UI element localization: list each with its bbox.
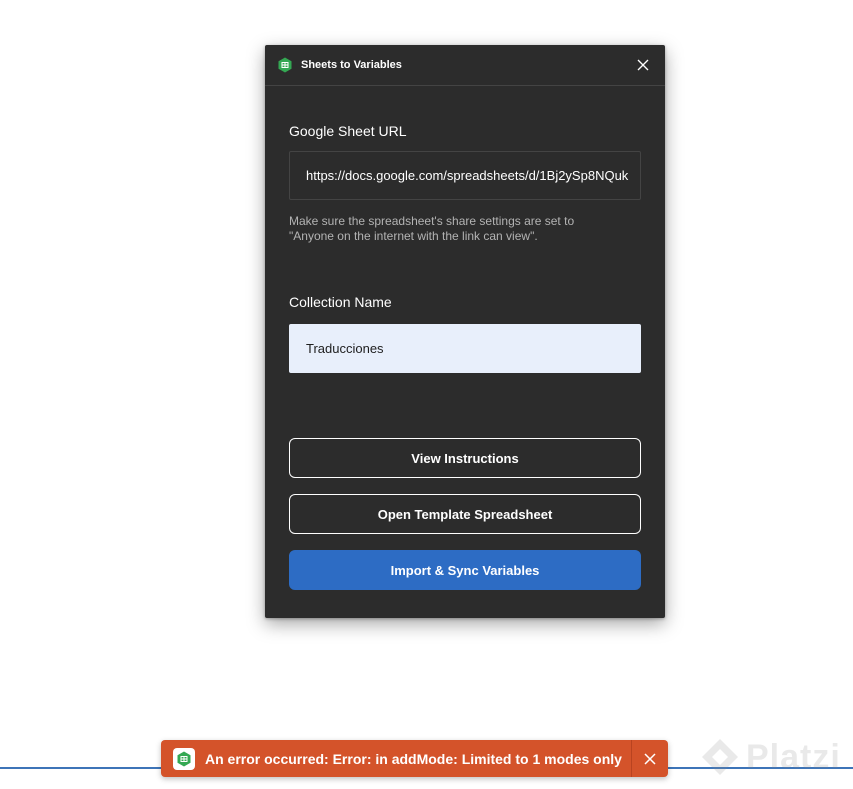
plugin-content: Google Sheet URL https://docs.google.com… xyxy=(265,123,665,590)
collection-name-input[interactable]: Traducciones xyxy=(289,324,641,373)
open-template-button[interactable]: Open Template Spreadsheet xyxy=(289,494,641,534)
view-instructions-button[interactable]: View Instructions xyxy=(289,438,641,478)
plugin-window: Sheets to Variables Google Sheet URL htt… xyxy=(265,45,665,618)
import-sync-button[interactable]: Import & Sync Variables xyxy=(289,550,641,590)
url-label: Google Sheet URL xyxy=(289,123,407,139)
toast-close-button[interactable] xyxy=(632,740,668,777)
url-input[interactable]: https://docs.google.com/spreadsheets/d/1… xyxy=(289,151,641,200)
sheets-icon xyxy=(173,747,195,770)
sheets-icon xyxy=(277,57,293,73)
watermark-text: Platzi xyxy=(746,737,841,776)
plugin-title: Sheets to Variables xyxy=(301,59,402,71)
hint-line-2: "Anyone on the internet with the link ca… xyxy=(289,229,538,243)
close-icon xyxy=(644,752,656,765)
error-message: An error occurred: Error: in addMode: Li… xyxy=(205,750,622,767)
collection-label: Collection Name xyxy=(289,294,392,310)
share-settings-hint: Make sure the spreadsheet's share settin… xyxy=(289,214,641,244)
error-toast: An error occurred: Error: in addMode: Li… xyxy=(161,740,668,777)
close-button[interactable] xyxy=(633,55,653,75)
plugin-titlebar: Sheets to Variables xyxy=(265,45,665,86)
platzi-logo-icon xyxy=(702,739,738,775)
canvas: Sheets to Variables Google Sheet URL htt… xyxy=(0,0,853,789)
hint-line-1: Make sure the spreadsheet's share settin… xyxy=(289,214,575,228)
platzi-watermark: Platzi xyxy=(700,735,841,779)
close-icon xyxy=(637,59,649,71)
